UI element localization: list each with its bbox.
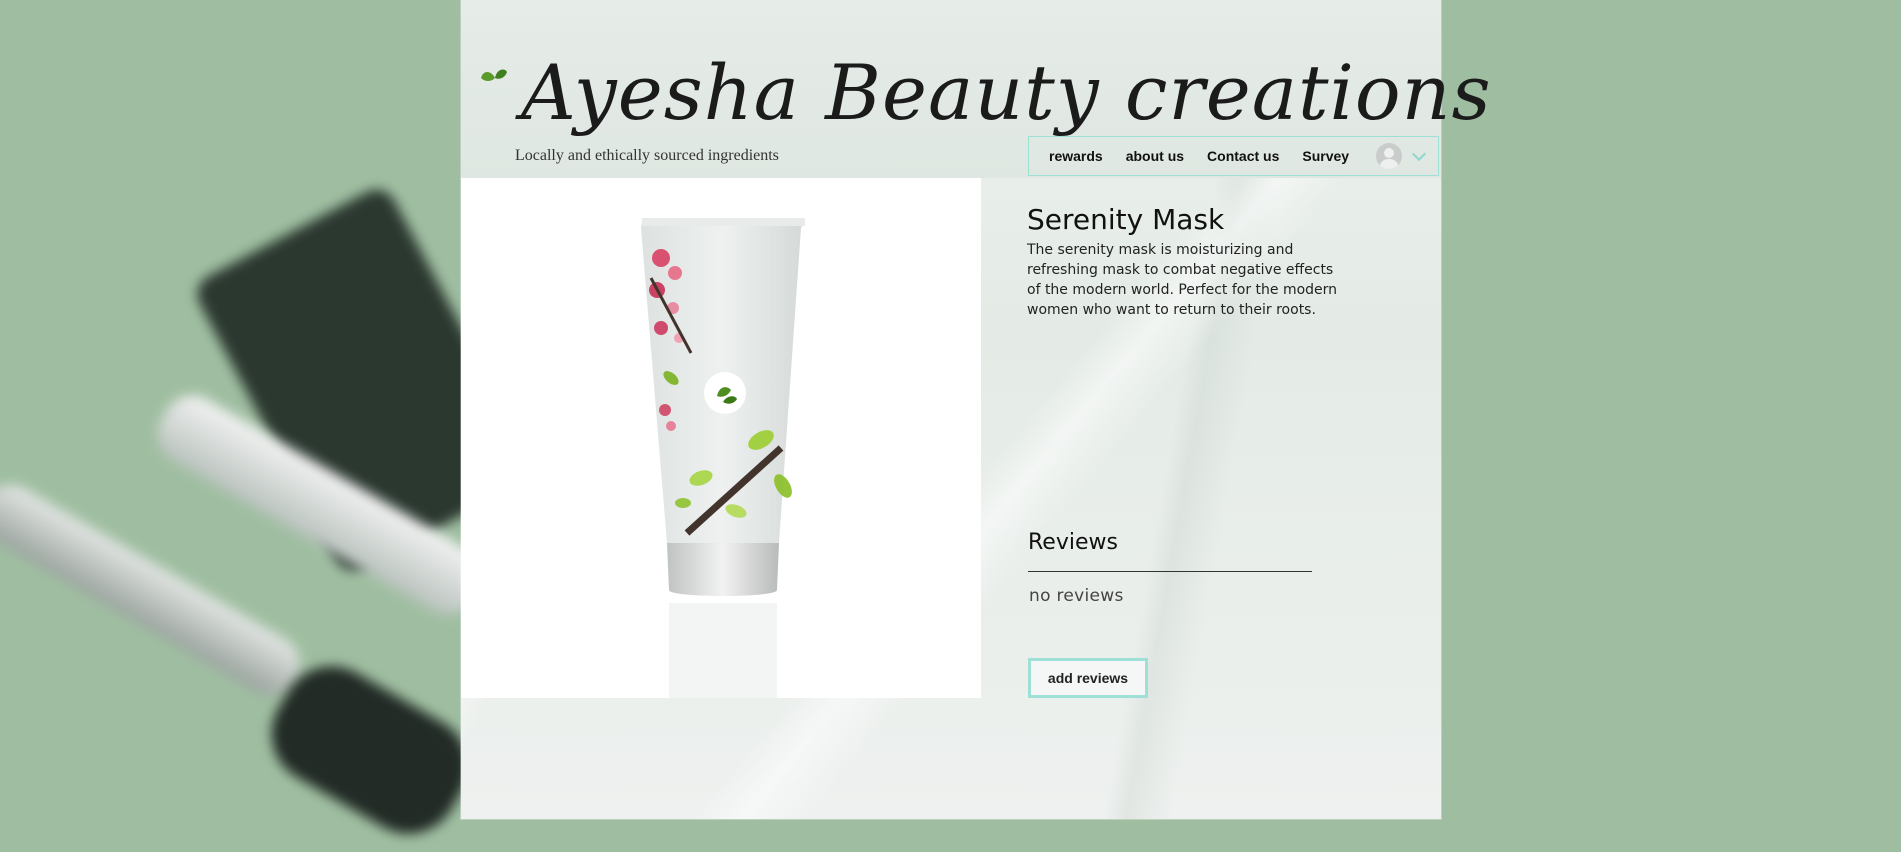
reviews-heading: Reviews [1028,530,1118,555]
site-title[interactable]: Ayesha Beauty creations [521,48,1492,137]
nav-item-survey[interactable]: Survey [1302,148,1349,164]
site-container: Ayesha Beauty creations Locally and ethi… [461,0,1491,819]
nav-item-rewards[interactable]: rewards [1049,148,1103,164]
leaf-icon [481,69,507,81]
no-reviews-text: no reviews [1029,586,1124,606]
nav-item-contact-us[interactable]: Contact us [1207,148,1279,164]
site-tagline: Locally and ethically sourced ingredient… [515,147,779,164]
chevron-down-icon[interactable] [1412,146,1427,161]
user-avatar-icon[interactable] [1376,143,1403,169]
login-menu[interactable] [1376,143,1427,169]
add-reviews-button[interactable]: add reviews [1028,658,1148,698]
product-description: The serenity mask is moisturizing and re… [1027,242,1338,318]
product-image-panel [461,178,981,698]
product-title: Serenity Mask [1027,203,1225,236]
nav-item-about-us[interactable]: about us [1126,148,1184,164]
header: Ayesha Beauty creations Locally and ethi… [461,0,1491,178]
reviews-divider [1028,571,1312,572]
product-tube-image[interactable] [461,178,981,698]
main-navigation: rewards about us Contact us Survey [1028,136,1439,176]
